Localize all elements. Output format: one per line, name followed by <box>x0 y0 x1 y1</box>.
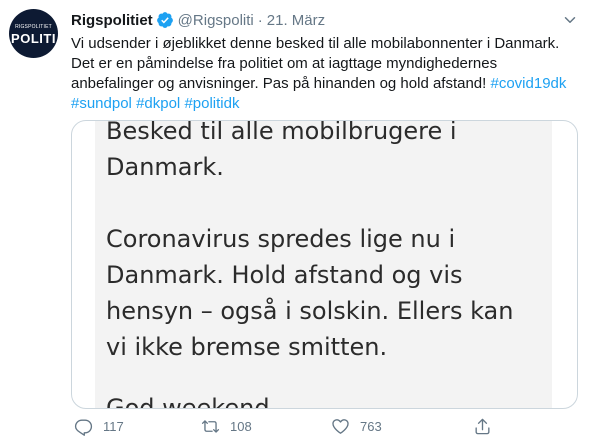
retweet-count: 108 <box>230 418 252 434</box>
more-options-button[interactable] <box>560 10 580 30</box>
sms-line-2: Danmark. <box>106 153 224 181</box>
reply-button[interactable]: 117 <box>74 414 124 438</box>
verified-badge-icon <box>156 11 174 29</box>
hashtag-dkpol[interactable]: #dkpol <box>136 95 180 112</box>
tweet-text-line-4: #sundpol #dkpol #politidk <box>71 94 576 114</box>
sms-line-1: Besked til alle mobilbrugere i <box>106 121 457 145</box>
tweet-date[interactable]: 21. März <box>267 12 325 29</box>
phone-screenshot: Besked til alle mobilbrugere i Danmark. … <box>95 121 552 409</box>
share-button[interactable] <box>473 414 492 438</box>
tweet-media-image[interactable]: Besked til alle mobilbrugere i Danmark. … <box>71 120 578 409</box>
retweet-button[interactable]: 108 <box>201 414 252 438</box>
sms-line-5: hensyn – også i solskin. Ellers kan <box>106 297 514 325</box>
tweet-text: Vi udsender i øjeblikket denne besked ti… <box>71 34 576 114</box>
avatar-small-text: RIGSPOLITIET <box>15 23 52 30</box>
display-name[interactable]: Rigspolitiet <box>71 12 153 29</box>
avatar-big-text: POLITI <box>11 30 56 46</box>
share-icon <box>475 418 490 434</box>
sms-line-4: Danmark. Hold afstand og vis <box>106 261 463 289</box>
hashtag-sundpol[interactable]: #sundpol <box>71 95 132 112</box>
tweet-text-line-1: Vi udsender i øjeblikket denne besked ti… <box>71 35 560 52</box>
heart-icon <box>332 418 349 434</box>
hashtag-politidk[interactable]: #politidk <box>184 95 239 112</box>
hashtag-covid19dk[interactable]: #covid19dk <box>491 75 567 92</box>
author-handle[interactable]: @Rigspoliti <box>178 12 254 29</box>
retweet-icon <box>201 419 220 433</box>
chevron-down-icon <box>564 17 576 23</box>
separator-dot: · <box>257 11 263 29</box>
reply-icon <box>74 418 93 436</box>
like-count: 763 <box>360 418 382 434</box>
reply-count: 117 <box>103 418 124 434</box>
like-button[interactable]: 763 <box>331 414 382 438</box>
tweet-text-line-3: anbefalinger og anvisninger. Pas på hina… <box>71 74 576 94</box>
tweet-actions: 117 108 763 <box>71 414 576 438</box>
tweet-header: Rigspolitiet @Rigspoliti · 21. März <box>71 10 325 30</box>
avatar[interactable]: RIGSPOLITIET POLITI <box>9 9 58 58</box>
sms-line-6: vi ikke bremse smitten. <box>106 333 388 361</box>
sms-line-7: God weekend <box>106 394 270 409</box>
tweet[interactable]: RIGSPOLITIET POLITI Rigspolitiet @Rigspo… <box>0 0 594 443</box>
tweet-text-line-2: Det er en påmindelse fra politiet om at … <box>71 55 498 72</box>
sms-line-3: Coronavirus spredes lige nu i <box>106 225 456 253</box>
tweet-text-line-3-body: anbefalinger og anvisninger. Pas på hina… <box>71 75 491 92</box>
